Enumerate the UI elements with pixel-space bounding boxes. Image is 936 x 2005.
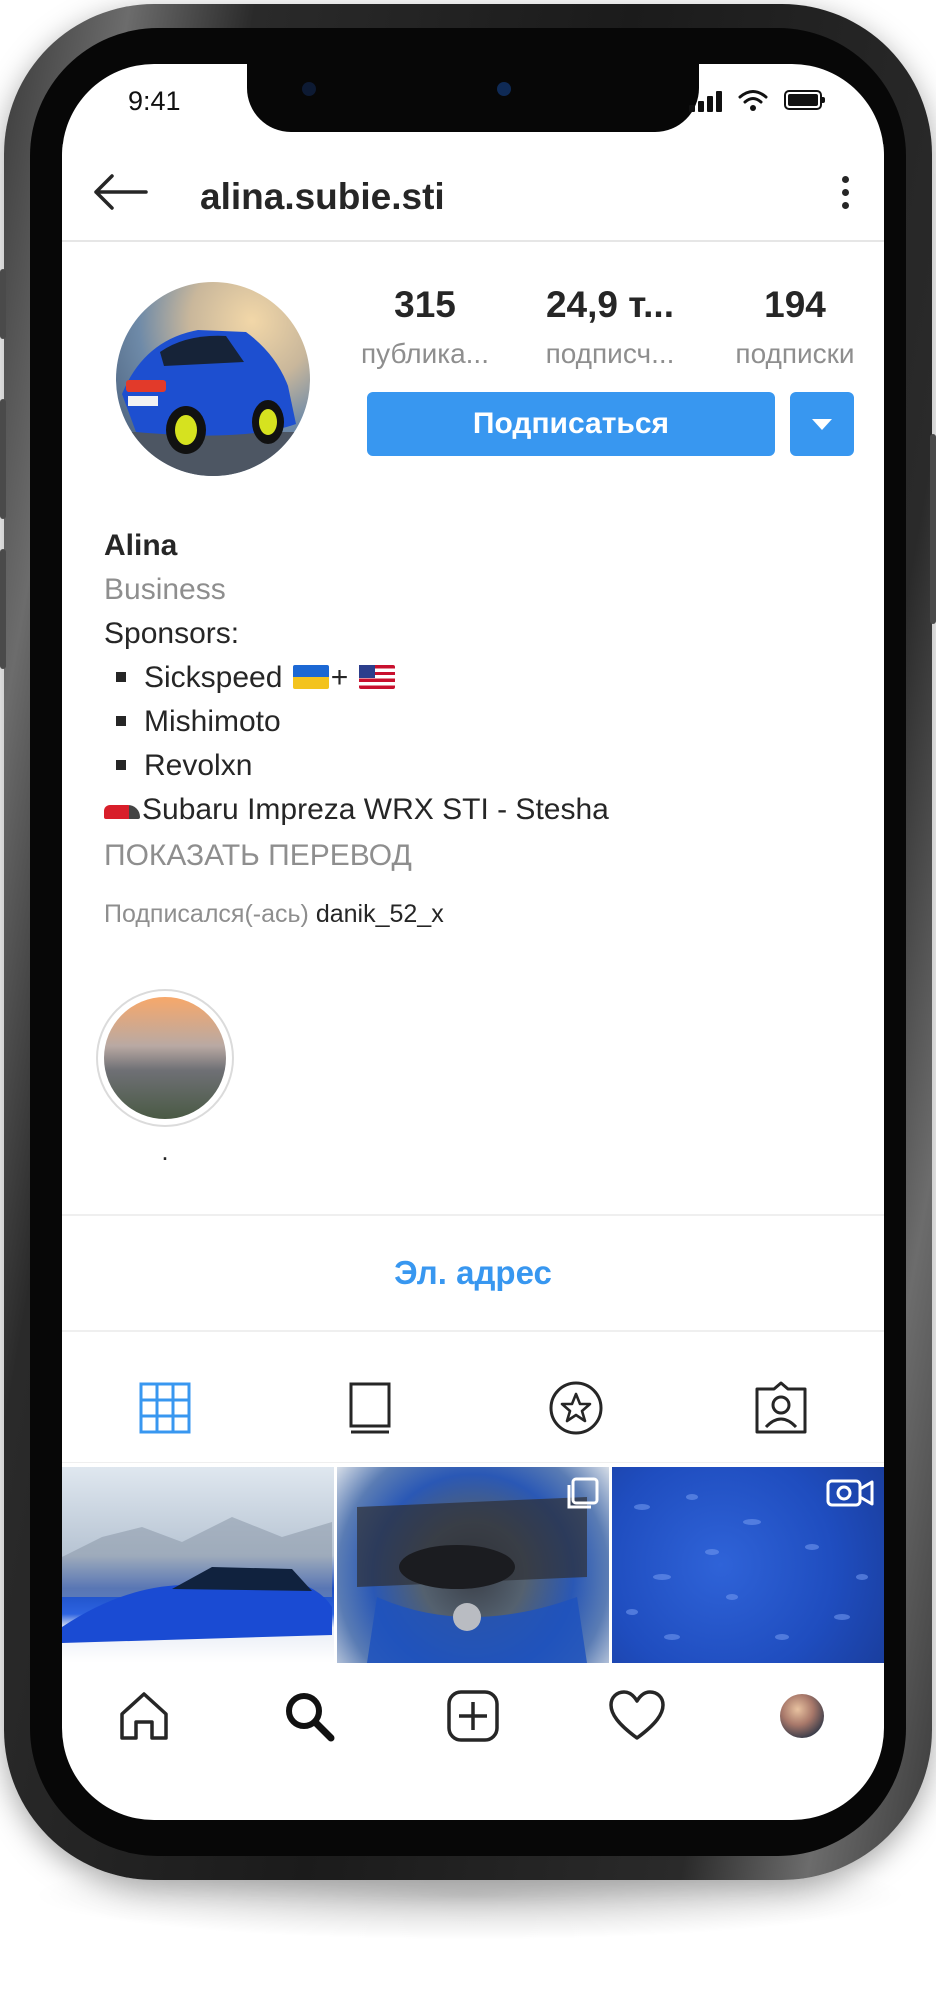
signal-icon [689,90,722,112]
posts-grid [62,1467,884,1663]
bullet-icon [116,760,126,771]
tagged-user-icon [755,1381,807,1434]
sponsor-item: Sickspeed + [104,656,824,700]
tv-icon [349,1382,391,1434]
stat-followers[interactable]: 24,9 т... подписч... [525,284,695,370]
sponsor-item: Revolxn [104,744,824,788]
highlight-label: . [161,1136,169,1166]
screen: 9:41 alina.subie.sti 315 публика... 24,9… [62,64,884,1820]
sponsor-item: Mishimoto [104,700,824,744]
grid-icon [139,1382,191,1434]
back-arrow-icon[interactable] [90,172,150,212]
sensor-icon [302,82,316,96]
show-translation-link[interactable]: ПОКАЗАТЬ ПЕРЕВОД [104,834,824,878]
profile-category: Business [104,573,226,606]
chevron-down-icon [812,418,832,430]
followers-label: подписч... [545,338,675,369]
notch [247,64,699,132]
post-thumbnail[interactable] [337,1467,609,1663]
post-image-blue-car [62,1517,332,1643]
profile-tabs [62,1354,884,1463]
profile-name: Alina [104,529,178,562]
home-icon [120,1692,168,1740]
sponsor-name: Mishimoto [144,705,281,738]
add-post-icon [447,1690,499,1742]
bottom-navigation [62,1666,884,1766]
following-label: подписки [735,338,855,369]
car-name: Subaru Impreza WRX STI - Stesha [142,793,609,826]
profile-stats: 315 публика... 24,9 т... подписч... 194 … [340,284,880,370]
following-count: 194 [764,284,826,325]
followed-by: Подписался(-ась) danik_52_x [104,892,824,936]
more-options-icon[interactable] [838,176,852,216]
ukraine-flag-icon [292,665,329,690]
divider [62,1330,884,1332]
followed-by-user-link[interactable]: danik_52_x [316,900,444,928]
username-title: alina.subie.sti [200,176,445,217]
car-line: Subaru Impreza WRX STI - Stesha [104,788,824,832]
divider [62,1214,884,1216]
story-highlight[interactable] [96,989,234,1127]
usa-flag-icon [358,665,395,690]
tab-igtv[interactable] [268,1354,474,1462]
heart-icon [609,1690,666,1740]
stat-posts[interactable]: 315 публика... [340,284,510,370]
video-camera-icon [826,1479,874,1507]
bullet-icon [116,672,126,683]
volume-down-button [0,549,6,669]
sponsor-name: Revolxn [144,749,253,782]
sponsor-plus: + [330,661,349,694]
tab-saved[interactable] [473,1354,679,1462]
avatar-car-image [116,330,310,476]
front-camera-icon [497,82,511,96]
suggestions-dropdown-button[interactable] [790,392,854,456]
posts-label: публика... [360,338,489,369]
post-thumbnail[interactable] [612,1467,884,1663]
nav-activity[interactable] [597,1676,677,1756]
status-time: 9:41 [128,86,181,116]
battery-icon [784,90,825,110]
nav-profile[interactable] [762,1676,842,1756]
search-icon [285,1693,335,1742]
power-button [930,434,936,624]
race-car-icon [104,805,140,819]
volume-up-button [0,399,6,519]
phone-frame: 9:41 alina.subie.sti 315 публика... 24,9… [0,4,936,1880]
wifi-icon [738,90,768,111]
tab-tagged[interactable] [679,1354,885,1462]
nav-home[interactable] [104,1676,184,1756]
follow-button[interactable]: Подписаться [367,392,775,456]
star-icon [549,1381,603,1435]
post-thumbnail[interactable] [62,1467,334,1663]
email-contact-button[interactable]: Эл. адрес [62,1236,884,1310]
bullet-icon [116,716,126,727]
profile-header: alina.subie.sti [62,144,884,242]
profile-bio: Alina Business Sponsors: Sickspeed + Mis… [104,524,824,936]
nav-create[interactable] [433,1676,513,1756]
profile-avatar-icon [779,1694,824,1738]
sponsors-heading: Sponsors: [104,617,240,650]
nav-search[interactable] [269,1676,349,1756]
tab-grid[interactable] [62,1354,268,1462]
stat-following[interactable]: 194 подписки [710,284,880,370]
sponsor-name: Sickspeed [144,661,283,694]
profile-avatar[interactable] [116,282,310,476]
highlight-cover-image [104,997,226,1119]
followed-by-prefix: Подписался(-ась) [104,900,309,928]
status-icons [689,88,825,112]
mute-switch [0,269,6,339]
carousel-icon [567,1477,599,1509]
followers-count: 24,9 т... [545,284,674,325]
posts-count: 315 [394,284,456,325]
